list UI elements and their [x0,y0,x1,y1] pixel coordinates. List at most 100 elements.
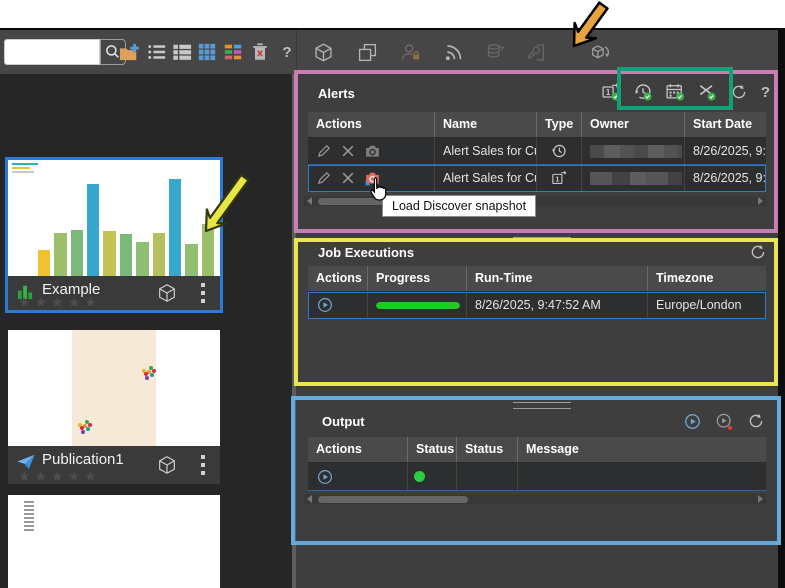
tile-example-labelbar: Example ★★★★★ [8,276,220,310]
edit-icon[interactable] [316,143,332,159]
live-connection-button[interactable] [442,41,464,63]
detail-view-button[interactable] [171,41,193,63]
star-icon[interactable]: ★ [68,469,85,483]
alerts-help-icon[interactable]: ? [761,84,770,101]
output-horizontal-scrollbar[interactable] [304,494,766,504]
star-icon[interactable]: ★ [35,469,52,483]
load-snapshot-icon-hover[interactable] [364,170,381,186]
app-window: ? ◇ ‹ × [0,0,785,588]
load-snapshot-icon[interactable] [364,143,381,159]
tile-view-button[interactable] [196,41,218,63]
tile-example-selected[interactable]: Example ★★★★★ [5,157,223,313]
alert-cancel-schedule-button[interactable] [697,82,717,102]
table-preview-marks [24,501,34,531]
output-run-errors-button[interactable] [714,411,734,431]
scroll-right-arrow[interactable] [758,495,763,503]
list-view-button[interactable] [146,41,168,63]
column-header-actions[interactable]: Actions [308,437,408,462]
copies-button[interactable] [356,41,378,63]
column-header-run-time[interactable]: Run-Time [467,266,648,291]
alerts-table-header: Actions Name Type Owner Start Date [308,112,766,138]
new-folder-icon [118,42,140,62]
star-icon[interactable]: ★ [84,295,101,309]
checked-in-icon[interactable] [156,282,178,304]
column-header-name[interactable]: Name [435,112,537,137]
alert-run-once-button[interactable]: 1 [601,82,621,102]
check-out-button[interactable] [312,41,334,63]
help-button[interactable]: ? [276,41,298,63]
column-header-status-2[interactable]: Status [457,437,518,462]
column-header-actions[interactable]: Actions [308,112,435,137]
grouped-view-button[interactable] [222,41,244,63]
column-header-status-1[interactable]: Status [408,437,457,462]
new-folder-button[interactable] [118,41,140,63]
job-executions-title: Job Executions [318,245,414,260]
tile-publication1[interactable]: Publication1 ★★★★★ [8,330,220,484]
output-toolbar [682,411,766,431]
output-row-1[interactable] [308,463,766,491]
cube-sync-icon [590,42,611,63]
rating-stars[interactable]: ★★★★★ [18,469,101,483]
column-header-type[interactable]: Type [537,112,582,137]
tile-tabulation-thumbnail [8,495,220,588]
column-header-timezone[interactable]: Timezone [648,266,766,291]
alert-row-2-selected[interactable]: Alert Sales for Cus 1 8/26/2025, 9:35 [308,165,766,192]
reprocess-button[interactable] [589,41,611,63]
column-header-actions[interactable]: Actions [308,266,368,291]
delete-button[interactable] [249,41,271,63]
rating-stars[interactable]: ★★★★★ [18,295,101,309]
tile-view-icon [197,42,217,62]
thumbnail-bar [185,244,197,276]
window-right-border [778,28,785,588]
alert-row-1[interactable]: Alert Sales for Cus 8/26/2025, 9:00 [308,138,766,165]
checked-in-icon[interactable] [156,454,178,476]
edit-icon[interactable] [316,170,332,186]
alerts-refresh-button[interactable] [729,82,749,102]
clock-history-check-icon [633,82,653,102]
alerts-toolbar: 1 ? [601,82,770,102]
star-icon[interactable]: ★ [84,469,101,483]
scroll-right-arrow[interactable] [758,197,763,205]
job-run-time: 8/26/2025, 9:47:52 AM [467,292,648,318]
star-icon[interactable]: ★ [18,295,35,309]
jobs-refresh-button[interactable] [748,242,768,262]
star-icon[interactable]: ★ [51,295,68,309]
alerts-table: Actions Name Type Owner Start Date Alert… [308,112,766,192]
tile-tabulation-sum[interactable]: Tabulation_Sum ★★★★★ [8,495,220,588]
alert-name: Alert Sales for Cus [435,165,537,191]
tile-menu-button[interactable] [201,455,206,475]
tile-menu-button[interactable] [201,283,206,303]
star-icon[interactable]: ★ [51,469,68,483]
column-header-message[interactable]: Message [518,437,766,462]
thumbnail-bar [103,231,115,276]
star-icon[interactable]: ★ [18,469,35,483]
column-header-progress[interactable]: Progress [368,266,467,291]
scroll-left-arrow[interactable] [307,495,312,503]
job-row-1-selected[interactable]: 8/26/2025, 9:47:52 AM Europe/London [308,292,766,319]
owner-redacted [590,145,682,158]
alert-reschedule-button[interactable] [633,82,653,102]
star-icon[interactable]: ★ [68,295,85,309]
column-header-owner[interactable]: Owner [582,112,685,137]
thumbnail-bar [136,242,148,276]
panel-splitter[interactable] [513,231,571,238]
rerun-output-icon[interactable] [316,468,334,486]
rerun-job-icon[interactable] [316,296,334,314]
panel-splitter[interactable] [513,402,571,409]
delete-icon[interactable] [341,144,355,158]
alert-schedule-calendar-button[interactable] [665,82,685,102]
thumbnail-bar [169,179,181,276]
toolbar-divider [296,30,297,74]
star-icon[interactable]: ★ [35,295,52,309]
output-refresh-button[interactable] [746,411,766,431]
scroll-left-arrow[interactable] [307,197,312,205]
scrollbar-thumb[interactable] [318,496,468,503]
tooltip: Load Discover snapshot [382,195,536,217]
search-input[interactable] [4,39,100,65]
column-header-start-date[interactable]: Start Date [685,112,766,137]
data-preview-button-disabled [484,41,506,63]
delete-icon[interactable] [341,171,355,185]
play-circle-alert-icon [715,412,734,431]
output-status-2 [457,463,518,490]
output-run-button[interactable] [682,411,702,431]
